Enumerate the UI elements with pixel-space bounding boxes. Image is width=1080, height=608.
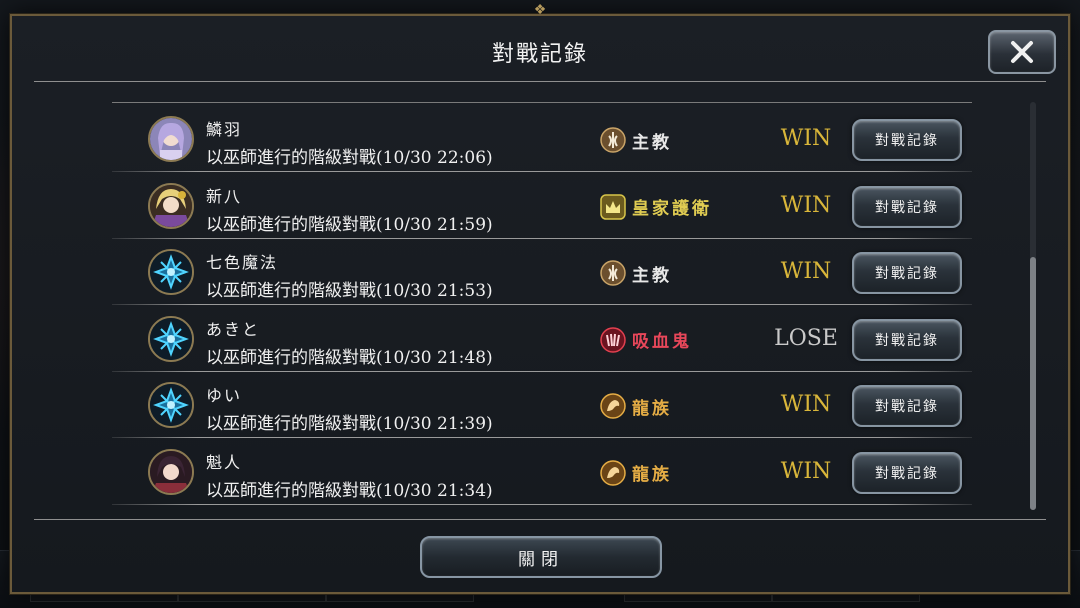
match-result: WIN bbox=[780, 259, 832, 284]
close-icon bbox=[1011, 41, 1033, 63]
view-record-button[interactable]: 對戰記錄 bbox=[852, 385, 962, 427]
class-name: 主教 bbox=[632, 265, 672, 286]
match-detail: 以巫師進行的階級對戰(10/30 21:59) bbox=[206, 214, 493, 235]
view-record-button[interactable]: 對戰記錄 bbox=[852, 185, 962, 228]
scrollbar-thumb[interactable] bbox=[1030, 257, 1036, 510]
class-name: 龍族 bbox=[632, 465, 672, 485]
view-record-button[interactable]: 對戰記錄 bbox=[852, 252, 962, 294]
match-row: あきと以巫師進行的階級對戰(10/30 21:48) 吸血鬼 LOSE 對戰記錄 bbox=[112, 306, 972, 372]
class-name: 龍族 bbox=[632, 398, 672, 419]
royal-icon bbox=[600, 193, 626, 220]
bottom-divider bbox=[26, 516, 1054, 524]
opponent-name: ゆい bbox=[206, 386, 243, 405]
close-dialog-button[interactable]: 關閉 bbox=[420, 536, 662, 578]
opponent-avatar bbox=[148, 116, 194, 162]
match-result: WIN bbox=[780, 392, 832, 417]
opponent-class: 龍族 bbox=[600, 459, 672, 486]
bishop-icon bbox=[600, 260, 626, 286]
view-record-button[interactable]: 對戰記錄 bbox=[852, 318, 962, 361]
opponent-name: 七色魔法 bbox=[206, 253, 279, 272]
close-button[interactable] bbox=[988, 30, 1056, 74]
scrollbar[interactable] bbox=[1030, 102, 1036, 510]
match-row: ゆい以巫師進行的階級對戰(10/30 21:39) 龍族 WIN 對戰記錄 bbox=[112, 372, 972, 438]
opponent-class: 主教 bbox=[600, 260, 672, 286]
opponent-name: 鱗羽 bbox=[206, 120, 243, 139]
ornament-icon: ❖ bbox=[533, 2, 547, 18]
match-row: 新八以巫師進行的階級對戰(10/30 21:59) 皇家護衛 WIN 對戰記錄 bbox=[112, 173, 972, 239]
match-result: WIN bbox=[780, 458, 832, 484]
match-row: 鱗羽以巫師進行的階級對戰(10/30 22:06) 主教 WIN 對戰記錄 bbox=[112, 106, 972, 172]
match-detail: 以巫師進行的階級對戰(10/30 21:53) bbox=[206, 281, 493, 301]
bishop-icon bbox=[600, 127, 626, 153]
vampire-icon bbox=[600, 326, 626, 353]
match-list: 鱗羽 以巫師進行的階級對戰(10/30 22:06) 主教 WIN 對戰記錄 新八 以巫師進… bbox=[112, 102, 972, 512]
view-record-button[interactable]: 對戰記錄 bbox=[852, 119, 962, 161]
opponent-avatar bbox=[148, 448, 194, 495]
opponent-avatar bbox=[148, 382, 194, 428]
match-detail: 以巫師進行的階級對戰(10/30 21:48) bbox=[206, 347, 493, 368]
battle-record-dialog: ❖ 對戰記錄 鱗羽以巫師進行的階級對戰(10/30 22:06) 主教 WIN 對戰記… bbox=[10, 2, 1070, 594]
match-result: WIN bbox=[780, 126, 832, 151]
match-detail: 以巫師進行的階級對戰(10/30 21:34) bbox=[206, 480, 493, 501]
match-detail: 以巫師進行的階級對戰(10/30 22:06) bbox=[206, 148, 493, 168]
class-name: 吸血鬼 bbox=[632, 332, 692, 352]
match-detail: 以巫師進行的階級對戰(10/30 21:39) bbox=[206, 414, 493, 434]
opponent-class: 龍族 bbox=[600, 393, 672, 419]
view-record-button[interactable]: 對戰記錄 bbox=[852, 451, 962, 494]
class-name: 主教 bbox=[632, 132, 672, 153]
opponent-name: 魁人 bbox=[206, 452, 243, 472]
opponent-avatar bbox=[148, 249, 194, 295]
dialog-title: 對戰記錄 bbox=[491, 42, 588, 67]
opponent-name: 新八 bbox=[206, 186, 243, 206]
opponent-class: 皇家護衛 bbox=[600, 193, 712, 220]
opponent-class: 主教 bbox=[600, 127, 672, 153]
opponent-class: 吸血鬼 bbox=[600, 326, 692, 353]
match-row: 魁人以巫師進行的階級對戰(10/30 21:34) 龍族 WIN 對戰記錄 bbox=[112, 439, 972, 505]
opponent-name: あきと bbox=[206, 319, 261, 339]
match-result: LOSE bbox=[774, 325, 838, 351]
dragon-icon bbox=[600, 459, 626, 486]
match-row: 七色魔法以巫師進行的階級對戰(10/30 21:53) 主教 WIN 對戰記錄 bbox=[112, 239, 972, 305]
match-result: WIN bbox=[780, 192, 832, 218]
title-divider bbox=[26, 78, 1054, 86]
opponent-avatar bbox=[148, 182, 194, 229]
class-name: 皇家護衛 bbox=[632, 199, 712, 219]
opponent-avatar bbox=[148, 315, 194, 362]
dragon-icon bbox=[600, 393, 626, 419]
